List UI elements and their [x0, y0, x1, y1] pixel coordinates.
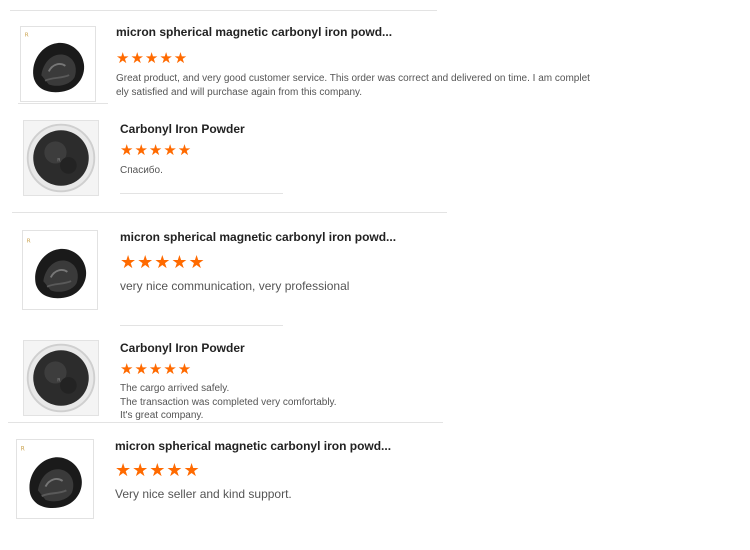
product-title[interactable]: Carbonyl Iron Powder: [120, 122, 245, 136]
review-text-line: The transaction was completed very comfo…: [120, 396, 337, 408]
review-text-line: The cargo arrived safely.: [120, 383, 230, 394]
rating-stars: ★★★★★: [116, 50, 189, 67]
review-text: very nice communication, very profession…: [120, 279, 349, 293]
review-text: Very nice seller and kind support.: [115, 487, 292, 501]
svg-text:R: R: [27, 238, 31, 244]
rating-stars: ★★★★★: [120, 361, 193, 378]
rating-stars: ★★★★★: [120, 252, 206, 272]
powder-in-dish-image: R: [24, 341, 98, 415]
review-text: Спасибо.: [120, 164, 163, 178]
black-powder-pile-image: R: [21, 27, 95, 101]
product-title[interactable]: micron spherical magnetic carbonyl iron …: [116, 25, 392, 39]
review-text-line: very nice communication, very profession…: [120, 279, 350, 293]
divider: [18, 103, 108, 104]
review-text: Great product, and very good customer se…: [116, 72, 590, 100]
product-thumbnail[interactable]: R: [23, 120, 99, 196]
black-powder-pile-image: R: [17, 441, 93, 517]
review-text-line: Great product, and very good customer se…: [116, 73, 590, 84]
divider: [120, 193, 283, 194]
product-thumbnail[interactable]: R: [23, 340, 99, 416]
rating-stars: ★★★★★: [115, 460, 201, 480]
review-text-line: It's great company.: [120, 410, 204, 421]
divider-top: [10, 10, 437, 11]
product-title[interactable]: micron spherical magnetic carbonyl iron …: [120, 230, 396, 244]
review-text-line: ely satisfied and will purchase again fr…: [116, 87, 363, 98]
product-thumbnail[interactable]: R: [22, 230, 98, 310]
review-text-line: Спасибо.: [120, 165, 163, 176]
svg-text:R: R: [25, 32, 29, 38]
review-text: The cargo arrived safely. The transactio…: [120, 382, 337, 423]
divider: [120, 325, 283, 326]
product-thumbnail[interactable]: R: [20, 26, 96, 102]
rating-stars: ★★★★★: [120, 142, 193, 159]
review-text-line: Very nice seller and kind support.: [115, 487, 292, 501]
product-title[interactable]: Carbonyl Iron Powder: [120, 341, 245, 355]
svg-text:R: R: [21, 447, 25, 453]
product-title[interactable]: micron spherical magnetic carbonyl iron …: [115, 439, 391, 453]
divider: [12, 212, 447, 213]
product-thumbnail[interactable]: R: [16, 439, 94, 519]
powder-in-dish-image: R: [24, 121, 98, 195]
black-powder-pile-image: R: [23, 233, 97, 307]
